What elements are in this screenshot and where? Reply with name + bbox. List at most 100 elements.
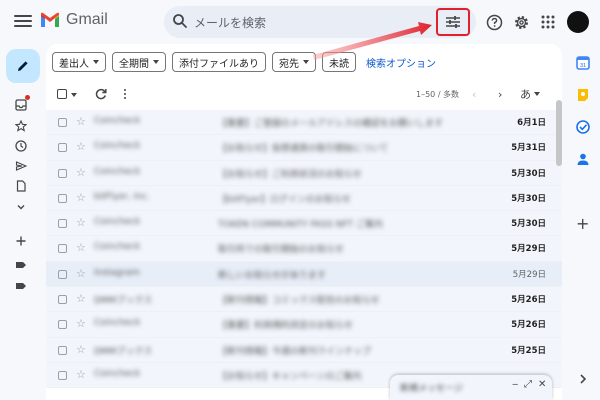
- apps-grid-icon[interactable]: [538, 12, 558, 32]
- row-checkbox[interactable]: [58, 193, 67, 203]
- email-sender: Coincheck: [94, 242, 141, 253]
- chip-label: 添付ファイルあり: [179, 58, 259, 70]
- email-row[interactable]: ☆ DMMブックス 【新刊情報】コミックス配信のお知らせ 5月26日: [46, 287, 562, 313]
- email-date: 5月26日: [511, 320, 546, 331]
- star-icon[interactable]: ☆: [76, 115, 86, 129]
- search-options-button[interactable]: [436, 8, 470, 36]
- draft-icon[interactable]: [12, 177, 30, 195]
- row-checkbox[interactable]: [58, 320, 67, 330]
- email-sender: Coincheck: [94, 368, 141, 379]
- add-addon-icon[interactable]: +: [576, 216, 589, 232]
- input-tools-toggle[interactable]: あ: [520, 86, 540, 102]
- advanced-search-link[interactable]: 検索オプション: [366, 55, 436, 70]
- pagination-range: 1–50 / 多数: [416, 90, 460, 99]
- row-checkbox[interactable]: [58, 118, 67, 127]
- chip-has-attachment[interactable]: 添付ファイルあり: [172, 52, 266, 72]
- email-date: 5月30日: [511, 168, 546, 179]
- email-subject: 【bitFlyer】ログインのお知らせ: [218, 194, 351, 205]
- select-menu-caret-icon[interactable]: [71, 93, 77, 97]
- gmail-logo[interactable]: Gmail: [40, 11, 108, 29]
- label-icon[interactable]: [12, 256, 30, 274]
- email-date: 5月26日: [511, 295, 546, 306]
- email-subject: 【お知らせ】仮想通貨の取引開始について: [218, 144, 389, 155]
- row-checkbox[interactable]: [58, 168, 67, 178]
- contacts-icon[interactable]: [576, 152, 590, 166]
- plus-icon[interactable]: [12, 232, 30, 250]
- email-row[interactable]: ☆ Coincheck TOKEN COMMUNITY PASS NFT ご案内…: [46, 211, 562, 237]
- chip-to[interactable]: 宛先: [272, 52, 316, 72]
- chevron-down-icon[interactable]: [12, 198, 30, 216]
- row-checkbox[interactable]: [58, 244, 67, 254]
- email-row[interactable]: ☆ Coincheck 【重要】ご登録のメールアドレスの確認をお願いします 6月…: [46, 110, 562, 136]
- star-icon[interactable]: ☆: [76, 216, 86, 230]
- calendar-icon[interactable]: 31: [576, 56, 590, 70]
- star-icon[interactable]: ☆: [76, 140, 86, 154]
- search-icon[interactable]: [172, 13, 188, 29]
- refresh-icon[interactable]: [94, 87, 108, 101]
- star-icon[interactable]: ☆: [76, 292, 86, 306]
- inbox-icon[interactable]: [12, 95, 30, 114]
- email-sender: Coincheck: [94, 166, 141, 177]
- email-row[interactable]: ☆ bitFlyer, Inc. 【bitFlyer】ログインのお知らせ 5月3…: [46, 185, 562, 212]
- tune-icon: [446, 16, 460, 28]
- email-subject: 【重要】利用規約改定のお知らせ: [218, 321, 353, 332]
- more-vert-icon[interactable]: [122, 87, 128, 101]
- star-icon[interactable]: ☆: [76, 191, 86, 205]
- email-subject: 取引所での取引開始のお知らせ: [218, 245, 344, 256]
- email-row[interactable]: ☆ Instagram 新しいお知らせがあります 5月29日: [46, 261, 562, 288]
- chip-any-time[interactable]: 全期間: [112, 52, 166, 72]
- label-icon[interactable]: [12, 277, 30, 295]
- email-row[interactable]: ☆ Coincheck 【お知らせ】ご利用状況のお知らせ 5月30日: [46, 160, 562, 186]
- row-checkbox[interactable]: [58, 295, 67, 305]
- hamburger-icon[interactable]: [14, 12, 32, 30]
- chevron-right-icon[interactable]: ›: [498, 88, 502, 101]
- caret-down-icon: [153, 60, 159, 64]
- row-checkbox[interactable]: [58, 143, 67, 153]
- star-icon[interactable]: ☆: [76, 368, 86, 382]
- chevron-left-icon[interactable]: ‹: [472, 88, 476, 101]
- star-icon[interactable]: ☆: [76, 241, 86, 255]
- select-all-checkbox[interactable]: [57, 89, 67, 99]
- email-sender: DMMブックス: [94, 346, 153, 357]
- email-date: 5月29日: [511, 244, 546, 255]
- side-panel: 31 +: [568, 44, 600, 400]
- unread-dot: [25, 95, 30, 100]
- email-row[interactable]: ☆ Coincheck 取引所での取引開始のお知らせ 5月29日: [46, 236, 562, 262]
- expand-icon[interactable]: ⤢: [524, 379, 532, 390]
- star-icon[interactable]: ☆: [76, 166, 86, 180]
- row-checkbox[interactable]: [58, 345, 67, 355]
- chevron-right-icon[interactable]: [576, 372, 590, 386]
- close-icon[interactable]: ✕: [538, 379, 546, 390]
- gear-icon[interactable]: [511, 12, 531, 32]
- email-sender: Coincheck: [94, 141, 141, 152]
- list-toolbar: 1–50 / 多数 ‹ › あ: [46, 84, 562, 106]
- caret-down-icon: [303, 60, 309, 64]
- svg-text:31: 31: [580, 63, 586, 69]
- row-checkbox[interactable]: [58, 370, 67, 380]
- avatar[interactable]: [567, 11, 589, 33]
- tasks-icon[interactable]: [576, 120, 590, 134]
- email-subject: 【重要】ご登録のメールアドレスの確認をお願いします: [218, 119, 444, 129]
- star-icon[interactable]: ☆: [76, 343, 86, 357]
- help-icon[interactable]: [484, 12, 504, 32]
- minimize-icon[interactable]: ‒: [512, 379, 518, 390]
- star-icon[interactable]: ☆: [76, 267, 86, 281]
- send-icon[interactable]: [12, 157, 30, 175]
- star-icon[interactable]: ☆: [76, 317, 86, 331]
- scrollbar-thumb[interactable]: [556, 100, 562, 166]
- row-checkbox[interactable]: [58, 269, 67, 279]
- email-row[interactable]: ☆ Coincheck 【お知らせ】仮想通貨の取引開始について 5月31日: [46, 135, 562, 161]
- email-date: 5月30日: [511, 219, 546, 230]
- chip-from[interactable]: 差出人: [52, 52, 106, 72]
- new-message-popup[interactable]: 新規メッセージ ‒ ⤢ ✕: [390, 375, 552, 400]
- chip-unread[interactable]: 未読: [322, 52, 356, 72]
- keep-icon[interactable]: [576, 88, 590, 102]
- search-bar[interactable]: メールを検索: [164, 6, 476, 38]
- row-checkbox[interactable]: [58, 219, 67, 229]
- clock-icon[interactable]: [12, 137, 30, 155]
- search-placeholder[interactable]: メールを検索: [194, 14, 266, 31]
- email-row[interactable]: ☆ DMMブックス 【新刊情報】今週の新刊ラインナップ 5月25日: [46, 337, 562, 363]
- compose-button[interactable]: [6, 49, 40, 83]
- email-row[interactable]: ☆ Coincheck 【重要】利用規約改定のお知らせ 5月26日: [46, 312, 562, 338]
- star-icon[interactable]: [12, 117, 30, 135]
